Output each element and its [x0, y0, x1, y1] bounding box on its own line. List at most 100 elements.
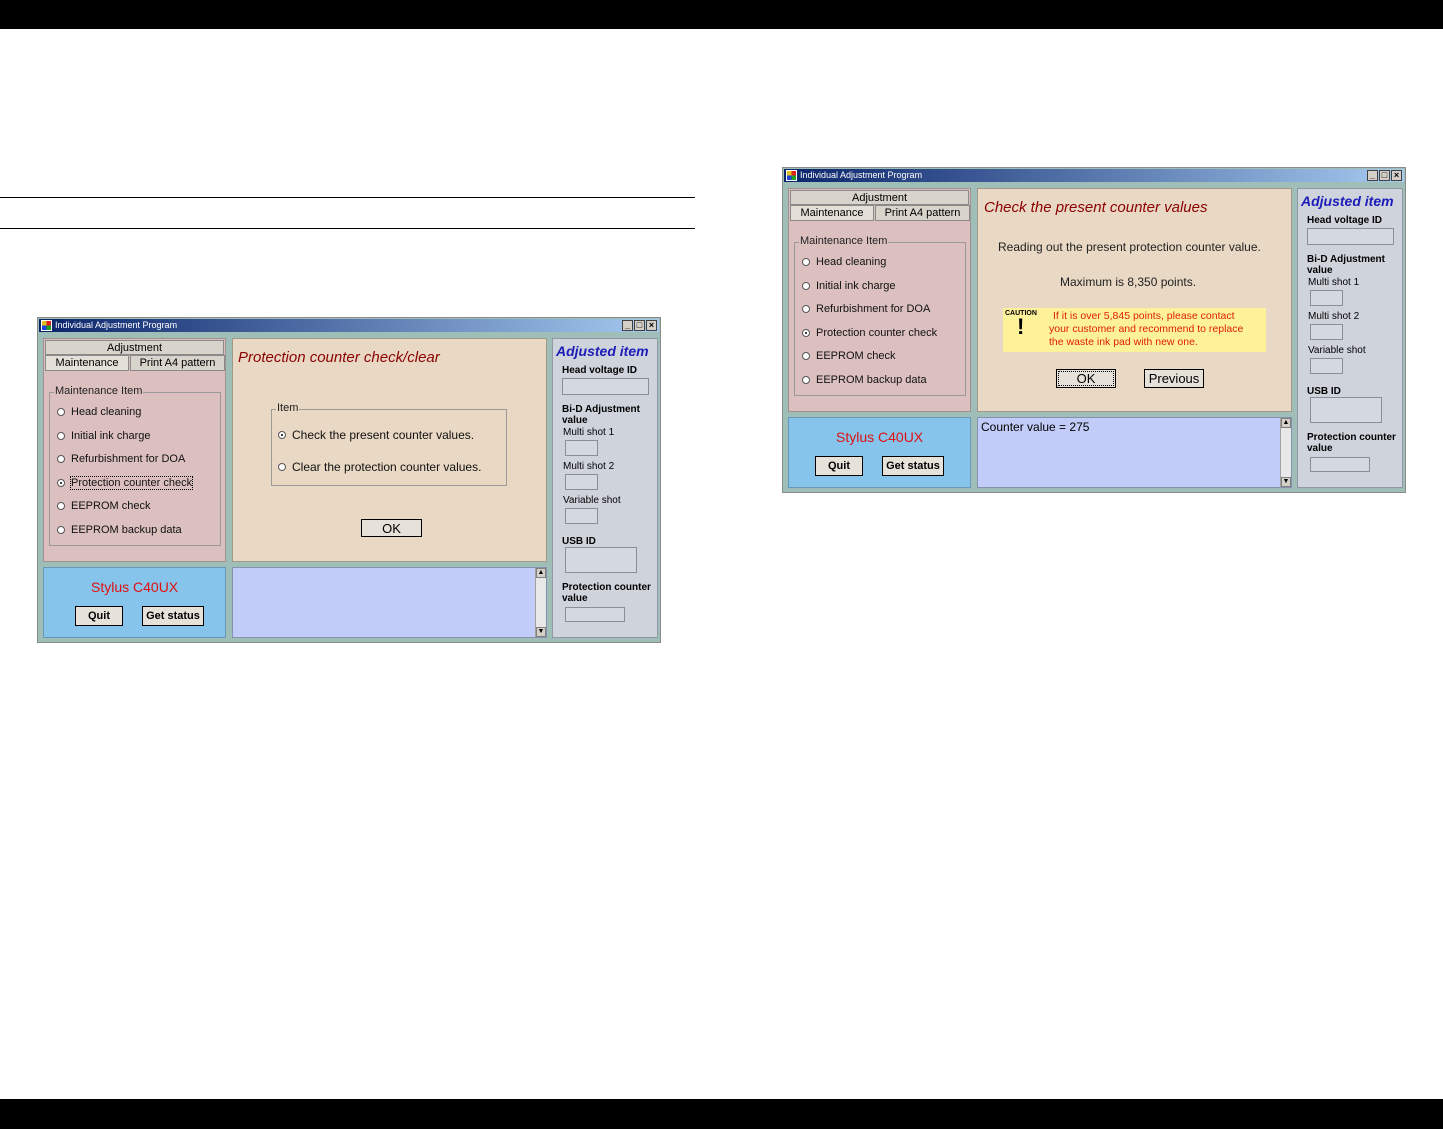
maximize-icon[interactable]: □ — [1379, 170, 1390, 181]
radio-check-present-values[interactable]: Check the present counter values. — [278, 428, 474, 442]
message-area[interactable]: ▲ ▼ — [232, 567, 547, 638]
radio-icon — [57, 408, 65, 416]
tab-maintenance[interactable]: Maintenance — [45, 355, 129, 371]
radio-protection-counter-check[interactable]: Protection counter check — [57, 476, 194, 490]
head-voltage-id-label: Head voltage ID — [562, 365, 638, 376]
multi-shot-2-field — [1310, 324, 1343, 340]
radio-refurbishment-for-doa[interactable]: Refurbishment for DOA — [802, 303, 930, 315]
title-bar[interactable]: Individual Adjustment Program _ □ × — [39, 319, 659, 332]
variable-shot-field — [1310, 358, 1343, 374]
window-check-present-counter-values: Individual Adjustment Program _ □ × Adju… — [782, 167, 1406, 493]
radio-icon — [802, 258, 810, 266]
quit-button[interactable]: Quit — [75, 606, 123, 626]
warning-exclamation-icon: ! — [1017, 314, 1025, 339]
usb-id-field — [1310, 397, 1382, 423]
radio-initial-ink-charge[interactable]: Initial ink charge — [802, 280, 896, 292]
radio-protection-counter-check[interactable]: Protection counter check — [802, 327, 937, 339]
model-name: Stylus C40UX — [91, 579, 179, 595]
page-header-bar — [0, 0, 1443, 29]
item-group: Item Check the present counter values. C… — [271, 402, 507, 486]
protection-counter-label: Protection counter value — [562, 582, 651, 604]
get-status-button[interactable]: Get status — [882, 456, 944, 476]
multi-shot-1-field — [1310, 290, 1343, 306]
status-panel: Stylus C40UX Quit Get status — [788, 417, 971, 488]
tab-print-a4-pattern[interactable]: Print A4 pattern — [130, 355, 225, 371]
panel-heading: Check the present counter values — [984, 199, 1208, 216]
tab-print-a4-pattern[interactable]: Print A4 pattern — [875, 205, 970, 221]
previous-button[interactable]: Previous — [1144, 369, 1204, 388]
adjusted-item-title: Adjusted item — [1301, 193, 1394, 209]
scroll-down-icon[interactable]: ▼ — [1281, 477, 1291, 487]
get-status-button[interactable]: Get status — [142, 606, 204, 626]
head-voltage-id-label: Head voltage ID — [1307, 215, 1383, 226]
protection-counter-field — [1310, 457, 1370, 472]
radio-head-cleaning[interactable]: Head cleaning — [802, 256, 886, 268]
multi-shot-2-label: Multi shot 2 — [563, 461, 615, 472]
radio-refurbishment-for-doa[interactable]: Refurbishment for DOA — [57, 453, 185, 465]
tab-adjustment[interactable]: Adjustment — [790, 190, 969, 205]
radio-icon — [57, 502, 65, 510]
radio-selected-icon — [278, 431, 286, 439]
multi-shot-2-label: Multi shot 2 — [1308, 311, 1360, 322]
ok-button[interactable]: OK — [361, 519, 422, 537]
radio-eeprom-backup-data[interactable]: EEPROM backup data — [57, 524, 182, 536]
action-panel: Protection counter check/clear Item Chec… — [232, 338, 547, 562]
multi-shot-1-label: Multi shot 1 — [563, 427, 615, 438]
multi-shot-1-label: Multi shot 1 — [1308, 277, 1360, 288]
message-scrollbar[interactable]: ▲ ▼ — [1280, 418, 1291, 487]
radio-icon — [57, 432, 65, 440]
minimize-icon[interactable]: _ — [1367, 170, 1378, 181]
ok-button[interactable]: OK — [1056, 369, 1116, 388]
tab-maintenance[interactable]: Maintenance — [790, 205, 874, 221]
radio-eeprom-check[interactable]: EEPROM check — [802, 350, 895, 362]
maintenance-panel: Adjustment Maintenance Print A4 pattern … — [43, 338, 226, 562]
scroll-up-icon[interactable]: ▲ — [536, 568, 546, 578]
title-bar[interactable]: Individual Adjustment Program _ □ × — [784, 169, 1404, 182]
radio-icon — [57, 455, 65, 463]
head-voltage-id-field — [562, 378, 649, 395]
maintenance-item-group: Maintenance Item Head cleaning Initial i… — [49, 385, 221, 546]
caution-message: If it is over 5,845 points, please conta… — [1049, 310, 1244, 348]
bid-adjustment-label: Bi-D Adjustment value — [562, 404, 640, 426]
radio-head-cleaning[interactable]: Head cleaning — [57, 406, 141, 418]
message-scrollbar[interactable]: ▲ ▼ — [535, 568, 546, 637]
close-icon[interactable]: × — [646, 320, 657, 331]
tab-adjustment[interactable]: Adjustment — [45, 340, 224, 355]
radio-icon — [278, 463, 286, 471]
caution-box: CAUTION ! If it is over 5,845 points, pl… — [1003, 308, 1266, 352]
minimize-icon[interactable]: _ — [622, 320, 633, 331]
variable-shot-label: Variable shot — [563, 495, 621, 506]
usb-id-label: USB ID — [1307, 386, 1341, 397]
maximize-icon[interactable]: □ — [634, 320, 645, 331]
protection-counter-field — [565, 607, 625, 622]
radio-icon — [802, 376, 810, 384]
scroll-down-icon[interactable]: ▼ — [536, 627, 546, 637]
radio-icon — [802, 305, 810, 313]
maintenance-panel: Adjustment Maintenance Print A4 pattern … — [788, 188, 971, 412]
protection-counter-label: Protection counter value — [1307, 432, 1396, 454]
multi-shot-2-field — [565, 474, 598, 490]
radio-eeprom-check[interactable]: EEPROM check — [57, 500, 150, 512]
radio-initial-ink-charge[interactable]: Initial ink charge — [57, 430, 151, 442]
radio-eeprom-backup-data[interactable]: EEPROM backup data — [802, 374, 927, 386]
scroll-up-icon[interactable]: ▲ — [1281, 418, 1291, 428]
page-footer-bar — [0, 1099, 1443, 1129]
window-title: Individual Adjustment Program — [800, 170, 923, 180]
radio-icon — [802, 282, 810, 290]
app-icon — [41, 320, 52, 331]
close-icon[interactable]: × — [1391, 170, 1402, 181]
rule-top — [0, 197, 695, 198]
maximum-text: Maximum is 8,350 points. — [1060, 275, 1197, 289]
multi-shot-1-field — [565, 440, 598, 456]
head-voltage-id-field — [1307, 228, 1394, 245]
model-name: Stylus C40UX — [836, 429, 924, 445]
radio-icon — [57, 526, 65, 534]
quit-button[interactable]: Quit — [815, 456, 863, 476]
rule-bottom — [0, 228, 695, 229]
counter-value-text: Counter value = 275 — [981, 420, 1090, 434]
radio-clear-counter-values[interactable]: Clear the protection counter values. — [278, 460, 481, 474]
message-area[interactable]: Counter value = 275 ▲ ▼ — [977, 417, 1292, 488]
bid-adjustment-label: Bi-D Adjustment value — [1307, 254, 1385, 276]
app-icon — [786, 170, 797, 181]
reading-out-text: Reading out the present protection count… — [998, 240, 1261, 254]
